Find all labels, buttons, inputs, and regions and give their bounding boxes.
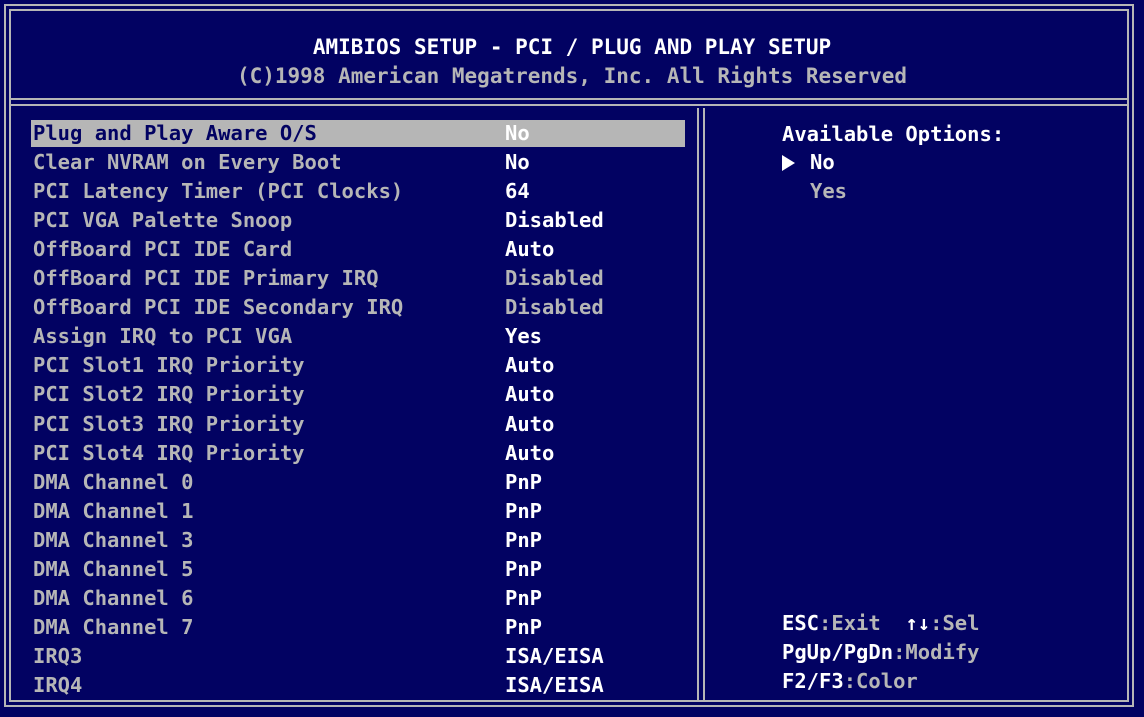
help-key: ESC — [782, 611, 820, 635]
setting-value[interactable]: ISA/EISA — [505, 671, 604, 700]
setting-label: DMA Channel 5 — [33, 556, 194, 581]
help-key: ↑↓ — [905, 611, 931, 635]
panel-divider-left — [697, 108, 699, 702]
setting-label: PCI Latency Timer (PCI Clocks) — [33, 179, 404, 204]
help-desc: :Modify — [893, 640, 980, 665]
setting-value[interactable]: Auto — [505, 351, 554, 380]
help-desc: :Exit — [819, 611, 906, 635]
help-desc: :Sel — [930, 611, 980, 635]
setting-label: IRQ3 — [33, 643, 83, 668]
setting-value[interactable]: Disabled — [505, 206, 604, 235]
option-label: No — [810, 150, 835, 174]
setting-label: DMA Channel 7 — [33, 614, 194, 639]
setting-label: PCI Slot2 IRQ Priority — [33, 382, 305, 407]
setting-value[interactable]: PnP — [505, 468, 542, 497]
setting-value[interactable]: ISA/EISA — [505, 642, 604, 671]
setting-value[interactable]: 64 — [505, 177, 530, 206]
setting-value[interactable]: PnP — [505, 555, 542, 584]
setting-label: Plug and Play Aware O/S — [33, 121, 317, 145]
setting-label: PCI VGA Palette Snoop — [33, 208, 293, 233]
header-divider-lower — [9, 104, 1129, 106]
setting-value[interactable]: Auto — [505, 410, 554, 439]
option-item[interactable]: Yes — [782, 177, 847, 206]
option-label: Yes — [810, 179, 848, 204]
setting-label: OffBoard PCI IDE Secondary IRQ — [33, 295, 404, 320]
setting-value[interactable]: No — [505, 148, 530, 177]
setting-value[interactable]: Auto — [505, 235, 554, 264]
header-divider-upper — [9, 98, 1129, 100]
help-desc: :Color — [843, 669, 918, 694]
setup-title: AMIBIOS SETUP - PCI / PLUG AND PLAY SETU… — [312, 35, 832, 59]
setting-label: PCI Slot4 IRQ Priority — [33, 440, 305, 465]
setting-value[interactable]: PnP — [505, 526, 542, 555]
setting-value[interactable]: Disabled — [505, 264, 604, 293]
bios-screen: AMIBIOS SETUP - PCI / PLUG AND PLAY SETU… — [0, 0, 1144, 717]
setting-label: OffBoard PCI IDE Card — [33, 237, 293, 262]
copyright-notice: (C)1998 American Megatrends, Inc. All Ri… — [236, 64, 908, 88]
setting-value[interactable]: No — [505, 119, 530, 148]
setting-label: Assign IRQ to PCI VGA — [33, 324, 293, 349]
setting-value[interactable]: Yes — [505, 322, 542, 351]
setting-value[interactable]: Auto — [505, 439, 554, 468]
setting-label: PCI Slot1 IRQ Priority — [33, 353, 305, 378]
setting-label: DMA Channel 6 — [33, 585, 194, 610]
help-line: PgUp/PgDn:Modify — [782, 638, 980, 667]
option-item[interactable]: No — [782, 148, 835, 177]
setting-value[interactable]: PnP — [505, 613, 542, 642]
setting-value[interactable]: Auto — [505, 380, 554, 409]
setting-value[interactable]: Disabled — [505, 293, 604, 322]
help-key: PgUp/PgDn — [782, 640, 894, 665]
setting-label: DMA Channel 1 — [33, 498, 194, 523]
available-options-title: Available Options: — [782, 122, 1005, 146]
setting-label: Clear NVRAM on Every Boot — [33, 150, 342, 175]
setting-value[interactable]: PnP — [505, 584, 542, 613]
setting-value[interactable]: PnP — [505, 497, 542, 526]
setting-label: IRQ4 — [33, 672, 83, 697]
setting-label: DMA Channel 0 — [33, 469, 194, 494]
setting-label: OffBoard PCI IDE Primary IRQ — [33, 266, 379, 291]
help-line: F2/F3:Color — [782, 667, 918, 696]
triangle-right-icon — [782, 148, 810, 177]
help-key: F2/F3 — [782, 669, 844, 694]
panel-divider-right — [703, 108, 705, 702]
setting-label: DMA Channel 3 — [33, 527, 194, 552]
help-line: ESC:Exit ↑↓:Sel — [782, 609, 980, 638]
setting-label: PCI Slot3 IRQ Priority — [33, 411, 305, 436]
